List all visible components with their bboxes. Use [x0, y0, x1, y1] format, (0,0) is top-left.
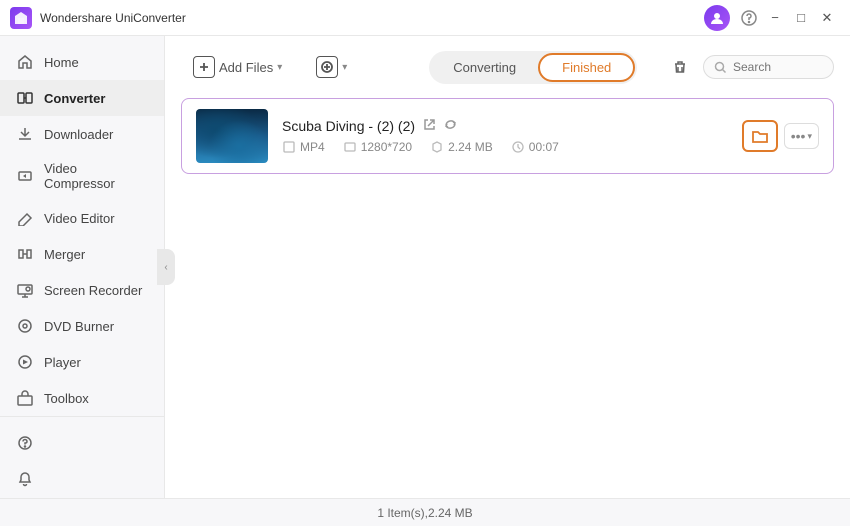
player-icon [16, 353, 34, 371]
video-editor-icon [16, 209, 34, 227]
open-external-icon[interactable] [423, 118, 436, 134]
close-button[interactable]: ✕ [814, 5, 840, 31]
sidebar-item-merger[interactable]: Merger [0, 236, 164, 272]
file-list: Scuba Diving - (2) (2) [181, 98, 834, 174]
toolbox-icon [16, 389, 34, 407]
add-format-dropdown-icon: ▾ [342, 62, 347, 73]
resolution-value: 1280*720 [361, 140, 412, 154]
more-options-button[interactable]: ••• ▾ [784, 123, 819, 149]
meta-resolution: 1280*720 [343, 140, 412, 154]
tab-finished[interactable]: Finished [538, 53, 635, 82]
sidebar-label-player: Player [44, 355, 81, 370]
tab-group: Converting Finished [429, 51, 637, 84]
sidebar-item-video-editor[interactable]: Video Editor [0, 200, 164, 236]
sidebar-label-video-editor: Video Editor [44, 211, 115, 226]
sidebar-item-notifications[interactable] [0, 461, 164, 497]
file-meta: MP4 1280*720 2.24 MB [282, 140, 728, 154]
search-icon [714, 61, 727, 74]
sidebar-label-converter: Converter [44, 91, 105, 106]
delete-button[interactable] [665, 52, 695, 82]
add-files-icon [193, 56, 215, 78]
sidebar-item-screen-recorder[interactable]: Screen Recorder [0, 272, 164, 308]
sidebar-item-video-compressor[interactable]: Video Compressor [0, 152, 164, 200]
add-files-button[interactable]: Add Files ▾ [181, 50, 294, 84]
maximize-button[interactable]: □ [788, 5, 814, 31]
sidebar-label-video-compressor: Video Compressor [44, 161, 148, 191]
sidebar-item-converter[interactable]: Converter [0, 80, 164, 116]
converter-icon [16, 89, 34, 107]
format-icon [282, 140, 296, 154]
add-files-dropdown-icon: ▾ [277, 62, 282, 73]
sidebar-label-toolbox: Toolbox [44, 391, 89, 406]
sidebar-item-downloader[interactable]: Downloader [0, 116, 164, 152]
help-button[interactable] [736, 5, 762, 31]
sidebar-label-merger: Merger [44, 247, 85, 262]
file-title: Scuba Diving - (2) (2) [282, 118, 728, 134]
search-input[interactable] [733, 60, 823, 74]
tab-converting[interactable]: Converting [431, 53, 538, 82]
add-format-button[interactable]: ▾ [304, 50, 359, 84]
sidebar-item-dvd-burner[interactable]: DVD Burner [0, 308, 164, 344]
screen-recorder-icon [16, 281, 34, 299]
meta-size: 2.24 MB [430, 140, 493, 154]
sidebar-label-downloader: Downloader [44, 127, 113, 142]
sidebar-item-player[interactable]: Player [0, 344, 164, 380]
sidebar-item-home[interactable]: Home [0, 44, 164, 80]
add-files-label: Add Files [219, 60, 273, 75]
main-layout: Home Converter Downloader Video Compress… [0, 36, 850, 498]
content-area: Add Files ▾ ▾ Converting Finished [165, 36, 850, 498]
refresh-icon[interactable] [444, 118, 457, 134]
file-thumbnail [196, 109, 268, 163]
video-compressor-icon [16, 167, 34, 185]
sidebar-label-screen-recorder: Screen Recorder [44, 283, 142, 298]
titlebar: Wondershare UniConverter − □ ✕ [0, 0, 850, 36]
toolbar-right [665, 52, 834, 82]
file-info: Scuba Diving - (2) (2) [282, 118, 728, 154]
duration-icon [511, 140, 525, 154]
size-value: 2.24 MB [448, 140, 493, 154]
sidebar-label-dvd-burner: DVD Burner [44, 319, 114, 334]
sidebar: Home Converter Downloader Video Compress… [0, 36, 165, 498]
sidebar-item-help[interactable] [0, 425, 164, 461]
sidebar-bottom [0, 416, 164, 498]
home-icon [16, 53, 34, 71]
sidebar-item-toolbox[interactable]: Toolbox [0, 380, 164, 416]
app-logo [10, 7, 32, 29]
size-icon [430, 140, 444, 154]
bell-icon [16, 470, 34, 488]
sidebar-label-home: Home [44, 55, 79, 70]
merger-icon [16, 245, 34, 263]
meta-format: MP4 [282, 140, 325, 154]
meta-duration: 00:07 [511, 140, 559, 154]
open-folder-button[interactable] [742, 120, 778, 152]
status-text: 1 Item(s),2.24 MB [377, 506, 472, 520]
search-box [703, 55, 834, 79]
user-avatar[interactable] [704, 5, 730, 31]
more-chevron: ▾ [807, 131, 812, 142]
add-format-icon [316, 56, 338, 78]
duration-value: 00:07 [529, 140, 559, 154]
app-title: Wondershare UniConverter [40, 11, 704, 25]
file-actions: ••• ▾ [742, 120, 819, 152]
resolution-icon [343, 140, 357, 154]
toolbar: Add Files ▾ ▾ Converting Finished [181, 50, 834, 84]
sidebar-collapse-handle[interactable]: ‹ [157, 249, 175, 285]
minimize-button[interactable]: − [762, 5, 788, 31]
statusbar: 1 Item(s),2.24 MB [0, 498, 850, 526]
downloader-icon [16, 125, 34, 143]
more-dots: ••• [791, 128, 806, 144]
dvd-burner-icon [16, 317, 34, 335]
file-title-text: Scuba Diving - (2) (2) [282, 118, 415, 134]
sidebar-wrapper: Home Converter Downloader Video Compress… [0, 36, 165, 498]
sidebar-item-feedback[interactable] [0, 497, 164, 498]
file-card: Scuba Diving - (2) (2) [181, 98, 834, 174]
question-icon [16, 434, 34, 452]
format-value: MP4 [300, 140, 325, 154]
